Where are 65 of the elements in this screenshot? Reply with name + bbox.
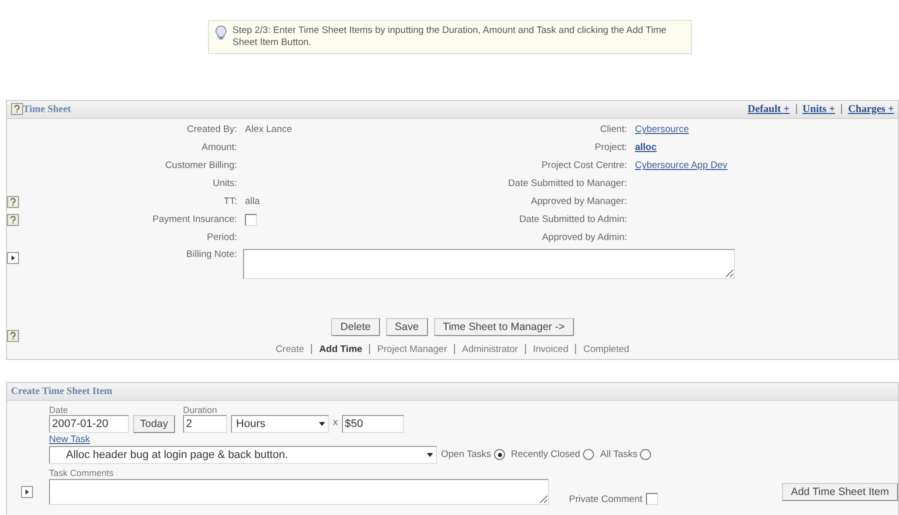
- header-link[interactable]: Units +: [802, 104, 836, 115]
- help-icon[interactable]: [7, 214, 19, 226]
- duration-field[interactable]: 2: [183, 414, 228, 433]
- field-label: Duration: [183, 404, 218, 415]
- help-icon[interactable]: [7, 330, 19, 342]
- workflow-step[interactable]: Add Time: [319, 344, 362, 355]
- help-icon[interactable]: [7, 196, 19, 208]
- field-value: Alex Lance: [245, 124, 292, 136]
- field-label: Task Comments: [49, 468, 114, 478]
- workflow-step[interactable]: Completed: [583, 344, 630, 355]
- field-value: alla: [245, 196, 260, 208]
- field-label: Private Comment: [569, 494, 642, 505]
- field-label: Amount:: [202, 142, 237, 154]
- task-comments-field[interactable]: [49, 478, 549, 505]
- today-button[interactable]: Today: [133, 414, 176, 433]
- radio-label: All Tasks: [600, 449, 638, 460]
- radio-label: Open Tasks: [441, 449, 491, 460]
- field-link[interactable]: Cybersource App Dev: [635, 160, 728, 172]
- field-label: Project Cost Centre:: [541, 160, 627, 172]
- workflow-step[interactable]: Create: [276, 344, 304, 355]
- new-task-link[interactable]: New Task: [49, 434, 90, 445]
- header-link[interactable]: Charges +: [848, 104, 894, 115]
- field-label: TT:: [224, 196, 237, 208]
- add-item-button[interactable]: Add Time Sheet Item: [782, 482, 898, 501]
- header-link[interactable]: Default +: [748, 104, 790, 115]
- field-label: Created By:: [186, 124, 237, 136]
- workflow-step[interactable]: Administrator: [462, 344, 518, 355]
- field-link[interactable]: Cybersource: [635, 124, 689, 136]
- workflow-step[interactable]: Project Manager: [377, 344, 447, 355]
- action-button[interactable]: Delete: [331, 318, 380, 336]
- panel-title: Time Sheet: [23, 104, 71, 115]
- field-label: Payment Insurance:: [152, 214, 237, 226]
- action-button[interactable]: Save: [386, 318, 428, 336]
- field-label: Date: [49, 404, 70, 415]
- panel-title: Create Time Sheet Item: [11, 386, 112, 397]
- field-link[interactable]: alloc: [635, 142, 657, 154]
- field-label: Date Submitted to Manager:: [508, 178, 627, 190]
- expand-icon[interactable]: [7, 252, 19, 264]
- checkbox[interactable]: [245, 214, 257, 226]
- radio-label: Recently Closed: [511, 449, 580, 460]
- billing-note-field[interactable]: [243, 248, 735, 279]
- radio-button[interactable]: [494, 449, 505, 460]
- field-label: Customer Billing:: [165, 160, 237, 172]
- multiply-label: x: [333, 416, 338, 430]
- field-label: Billing Note:: [186, 248, 237, 260]
- hint-text: Step 2/3: Enter Time Sheet Items by inputting the Duration, Amount and Task and clicking the Add Time Sheet Item Button.: [232, 25, 668, 49]
- field-label: Period:: [206, 232, 237, 244]
- lightbulb-icon: [214, 25, 226, 41]
- field-label: Date Submitted to Admin:: [519, 214, 627, 226]
- radio-button[interactable]: [640, 449, 652, 460]
- radio-button[interactable]: [583, 449, 594, 460]
- field-label: Client:: [600, 124, 627, 136]
- field-label: Project:: [594, 142, 627, 154]
- workflow-step[interactable]: Invoiced: [532, 344, 568, 355]
- field-label: Units:: [212, 178, 237, 190]
- checkbox[interactable]: [646, 492, 658, 505]
- rate-field[interactable]: $50: [342, 414, 404, 433]
- unit-select[interactable]: Hours: [231, 414, 330, 433]
- action-button[interactable]: Time Sheet to Manager ->: [434, 318, 574, 336]
- task-select[interactable]: Alloc header bug at login page & back button.: [49, 446, 437, 464]
- help-icon[interactable]: [11, 103, 23, 116]
- field-label: Approved by Manager:: [530, 196, 627, 208]
- date-field[interactable]: 2007-01-20: [49, 414, 129, 433]
- expand-icon[interactable]: [21, 486, 33, 498]
- field-label: Approved by Admin:: [542, 232, 627, 244]
